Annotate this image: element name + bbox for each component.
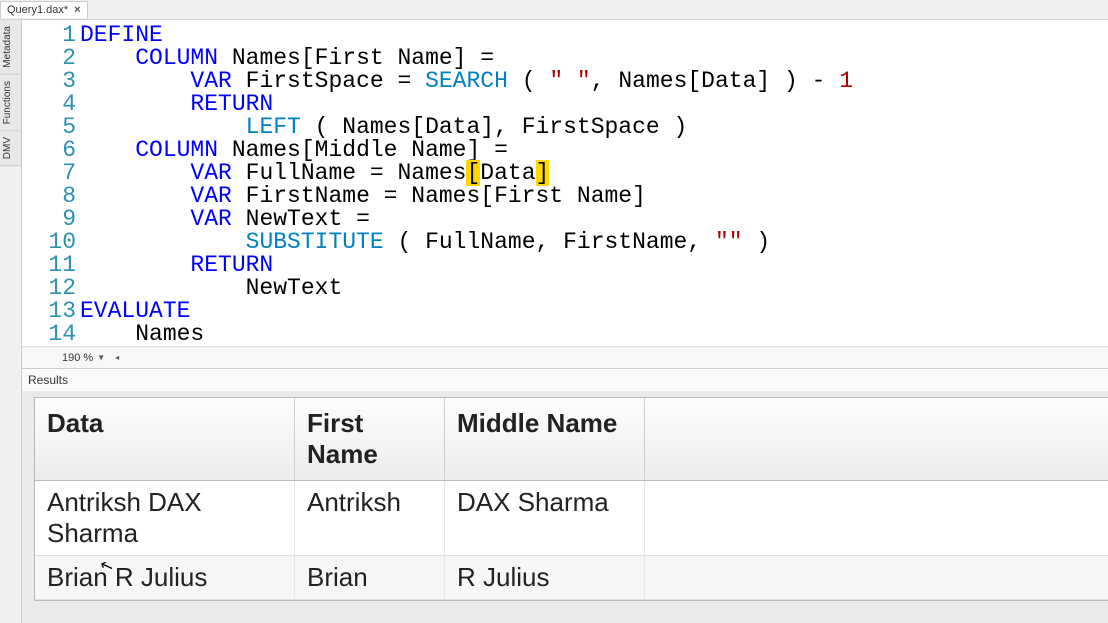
code-line[interactable]: EVALUATE xyxy=(80,300,853,323)
code-line[interactable]: VAR FullName = Names[Data] xyxy=(80,162,853,185)
code-line[interactable]: Names xyxy=(80,323,853,346)
line-number: 4 xyxy=(22,93,80,116)
line-number: 6 xyxy=(22,139,80,162)
table-row[interactable]: Antriksh DAX SharmaAntrikshDAX Sharma xyxy=(35,481,1108,556)
code-line[interactable]: DEFINE xyxy=(80,24,853,47)
close-icon[interactable]: × xyxy=(74,4,80,16)
col-header-middlename[interactable]: Middle Name xyxy=(445,398,645,480)
table-cell[interactable]: Brian R Julius xyxy=(35,556,295,599)
line-number: 5 xyxy=(22,116,80,139)
tab-bar: Query1.dax* × xyxy=(0,0,1108,20)
table-row[interactable]: Brian R JuliusBrianR Julius xyxy=(35,556,1108,600)
zoom-dropdown-icon[interactable]: ▼ xyxy=(97,353,105,362)
table-cell[interactable]: Antriksh xyxy=(295,481,445,555)
results-panel: Data First Name Middle Name Antriksh DAX… xyxy=(22,391,1108,623)
side-tab-strip: Metadata Functions DMV xyxy=(0,20,22,623)
side-tab-functions[interactable]: Functions xyxy=(0,75,21,131)
zoom-value[interactable]: 190 % xyxy=(62,352,93,364)
line-number: 11 xyxy=(22,254,80,277)
code-line[interactable]: COLUMN Names[Middle Name] = xyxy=(80,139,853,162)
line-number: 7 xyxy=(22,162,80,185)
line-number: 3 xyxy=(22,70,80,93)
code-line[interactable]: RETURN xyxy=(80,93,853,116)
code-line[interactable]: VAR FirstName = Names[First Name] xyxy=(80,185,853,208)
table-cell[interactable]: R Julius xyxy=(445,556,645,599)
grid-header: Data First Name Middle Name xyxy=(35,398,1108,481)
results-tab[interactable]: Results xyxy=(22,368,1108,391)
table-cell[interactable]: DAX Sharma xyxy=(445,481,645,555)
table-cell[interactable]: Antriksh DAX Sharma xyxy=(35,481,295,555)
side-tab-dmv[interactable]: DMV xyxy=(0,131,21,166)
code-line[interactable]: RETURN xyxy=(80,254,853,277)
line-number: 13 xyxy=(22,300,80,323)
line-number: 1 xyxy=(22,24,80,47)
code-line[interactable]: COLUMN Names[First Name] = xyxy=(80,47,853,70)
col-header-data[interactable]: Data xyxy=(35,398,295,480)
code-area[interactable]: DEFINE COLUMN Names[First Name] = VAR Fi… xyxy=(80,20,853,346)
tab-title: Query1.dax* xyxy=(7,4,68,16)
code-line[interactable]: SUBSTITUTE ( FullName, FirstName, "" ) xyxy=(80,231,853,254)
code-line[interactable]: VAR NewText = xyxy=(80,208,853,231)
scroll-left-icon[interactable]: ◂ xyxy=(115,353,119,362)
line-number: 12 xyxy=(22,277,80,300)
grid-body: Antriksh DAX SharmaAntrikshDAX SharmaBri… xyxy=(35,481,1108,600)
zoom-bar: 190 % ▼ ◂ xyxy=(22,346,1108,368)
code-line[interactable]: NewText xyxy=(80,277,853,300)
table-cell[interactable]: Brian xyxy=(295,556,445,599)
side-tab-metadata[interactable]: Metadata xyxy=(0,20,21,75)
col-header-firstname[interactable]: First Name xyxy=(295,398,445,480)
line-number: 9 xyxy=(22,208,80,231)
results-grid[interactable]: Data First Name Middle Name Antriksh DAX… xyxy=(34,397,1108,601)
line-gutter: 1234567891011121314 xyxy=(22,20,80,346)
file-tab[interactable]: Query1.dax* × xyxy=(0,1,88,18)
code-line[interactable]: LEFT ( Names[Data], FirstSpace ) xyxy=(80,116,853,139)
line-number: 14 xyxy=(22,323,80,346)
code-editor[interactable]: 1234567891011121314 DEFINE COLUMN Names[… xyxy=(22,20,1108,346)
line-number: 10 xyxy=(22,231,80,254)
code-line[interactable]: VAR FirstSpace = SEARCH ( " ", Names[Dat… xyxy=(80,70,853,93)
line-number: 8 xyxy=(22,185,80,208)
line-number: 2 xyxy=(22,47,80,70)
